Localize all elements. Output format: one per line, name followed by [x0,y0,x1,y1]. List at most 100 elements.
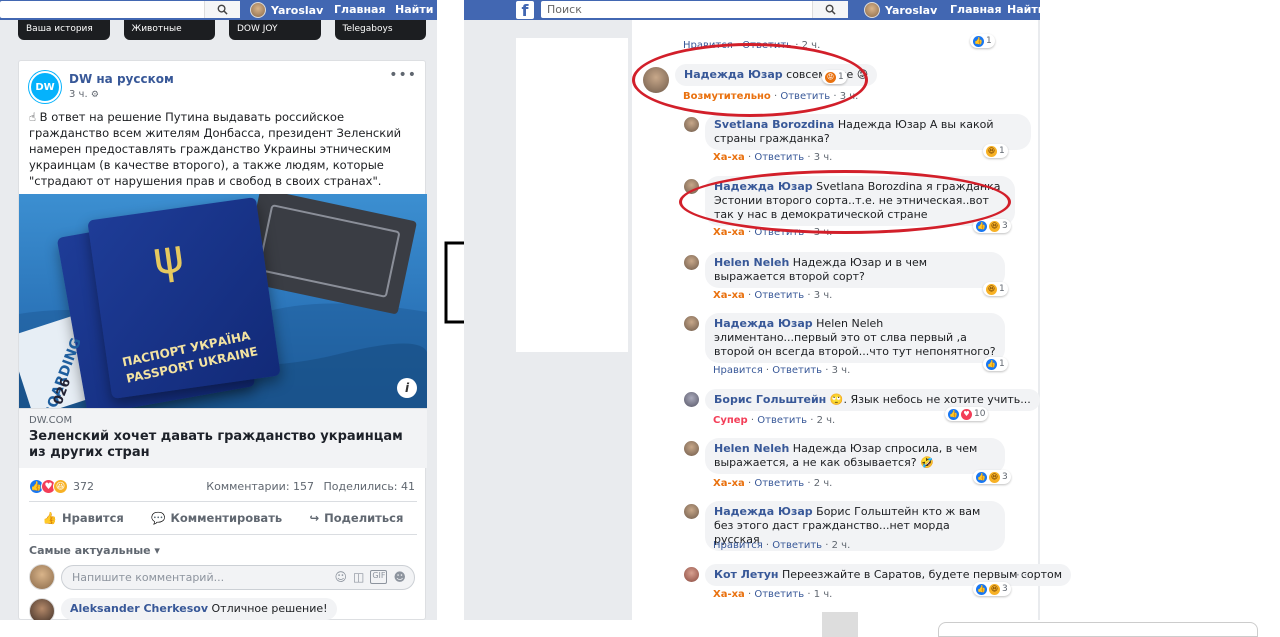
comment-item: Aleksander Cherkesov Отличное решение! [29,598,337,620]
comments-count[interactable]: Комментарии: 157 [206,480,314,493]
facebook-logo-icon[interactable]: f [516,1,534,19]
story-card[interactable]: Ваша история [18,20,110,40]
story-card[interactable]: Животные [123,20,215,40]
comment-filter[interactable]: Самые актуальные ▾ [29,544,160,557]
comment-item: Борис Гольштейн 🙄. Язык небось не хотите… [684,389,1040,411]
speech-bubble-icon: 💬 [151,511,166,525]
stories-row: Ваша история Животные DOW JOY Telegaboys [18,20,426,42]
avatar [684,117,699,132]
like-icon: 👍 [973,35,984,47]
left-column [516,38,628,352]
chat-tab[interactable] [938,622,1258,637]
comment-meta: Ха-ха · Ответить · 3 ч. [713,152,833,163]
like-icon: 👍 [976,220,987,232]
comment-meta: Нравится · Ответить · 2 ч. [713,540,851,551]
search-input[interactable]: Поиск [541,1,847,18]
avatar [684,255,699,270]
love-icon: ♥ [961,408,972,420]
nav-find-friends[interactable]: Найти [1007,3,1040,16]
profile-link[interactable]: Yaroslav [864,2,937,18]
comment-author[interactable]: Aleksander Cherkesov [70,602,208,615]
post-text: ☝ В ответ на решение Путина выдавать рос… [29,110,402,188]
reaction-badge[interactable]: 👍 😆 3 [973,582,1011,596]
info-icon[interactable]: i [397,378,417,398]
like-icon: 👍 [986,358,997,370]
shares-count[interactable]: Поделились: 41 [324,480,415,493]
haha-icon: 😆 [989,471,1000,483]
comment-bubble: Надежда Юзар Helen Neleh элиментано...пе… [705,313,1005,363]
image-fragment [822,612,858,637]
comment-item: Svetlana Borozdina Надежда Юзар А вы как… [684,114,1031,150]
post-stats: Комментарии: 157 Поделились: 41 [206,480,415,493]
reaction-summary[interactable]: 👍 ♥ 😆 372 [29,479,94,494]
link-preview[interactable]: DW.COM Зеленский хочет давать гражданств… [19,408,427,468]
avatar [250,2,266,18]
haha-icon: 😆 [986,145,997,157]
more-options-icon[interactable]: ··· [1016,568,1027,582]
story-card[interactable]: Telegaboys [334,20,426,40]
dw-logo[interactable]: DW [29,71,61,103]
post-image[interactable]: ψ ПАСПОРТ УКРАЇНА PASSPORT UKRAINE BOARD… [19,194,427,408]
reaction-badge[interactable]: 👍 ♥ 10 [945,407,989,421]
thumbs-up-icon: 👍 [42,511,57,525]
avatar [684,392,699,407]
reaction-badge[interactable]: 👍 1 [970,34,995,48]
post-card: DW DW на русском 3 ч. ⚙ ••• ☝ В ответ на… [18,60,427,620]
comment-bubble: Helen Neleh Надежда Юзар спросила, в чем… [705,438,1005,474]
like-icon: 👍 [976,583,987,595]
search-input[interactable] [0,1,232,18]
camera-icon[interactable]: ◫ [353,570,364,584]
share-button[interactable]: ↪ Поделиться [309,511,403,525]
share-arrow-icon: ↪ [309,511,320,525]
reaction-badge[interactable]: 👍 😆 3 [973,470,1011,484]
comment-meta: Ха-ха · Ответить · 2 ч. [713,478,833,489]
sticker-icon[interactable]: ☻ [393,570,406,584]
avatar [864,2,880,18]
profile-link[interactable]: Yaroslav [250,2,323,18]
like-icon: 👍 [948,408,959,420]
reaction-badge[interactable]: 😆 1 [983,144,1008,158]
gif-icon[interactable]: GIF [370,569,388,584]
left-screenshot: Yaroslav Главная Найти др Ваша история Ж… [0,0,437,620]
nav-home[interactable]: Главная [950,3,1002,16]
link-title: Зеленский хочет давать гражданство украи… [29,429,403,460]
story-card[interactable]: DOW JOY [229,20,321,40]
comment-item: Надежда Юзар Helen Neleh элиментано...пе… [684,313,1005,363]
avatar [29,598,55,620]
comment-meta: Ха-ха · Ответить · 1 ч. [713,589,833,600]
comment-meta: Ха-ха · Ответить · 3 ч. [713,290,833,301]
comment-meta: Нравится · Ответить · 3 ч. [713,365,851,376]
comment-bubble: Helen Neleh Надежда Юзар и в чем выражае… [705,252,1005,288]
haha-icon: 😆 [989,583,1000,595]
reaction-badge[interactable]: 👍 1 [983,357,1008,371]
comment-composer: Напишите комментарий... ☺ ◫ GIF ☻ [29,564,415,590]
reaction-badge[interactable]: 😆 1 [983,282,1008,296]
comment-bubble: Svetlana Borozdina Надежда Юзар А вы как… [705,114,1031,150]
avatar [684,316,699,331]
globe-icon: ⚙ [90,90,99,100]
like-icon: 👍 [976,471,987,483]
post-actions: 👍 Нравится 💬 Комментировать ↪ Поделиться [29,501,417,535]
reaction-badge[interactable]: 👍 😆 3 [973,219,1011,233]
post-time[interactable]: 3 ч. ⚙ [69,89,99,100]
comment-meta: Супер · Ответить · 2 ч. [713,415,836,426]
comment-input[interactable]: Напишите комментарий... ☺ ◫ GIF ☻ [61,564,415,590]
avatar [684,504,699,519]
emoji-icon[interactable]: ☺ [334,570,347,584]
like-button[interactable]: 👍 Нравится [43,511,124,525]
comment-item: Кот Летун Переезжайте в Саратов, будете … [684,564,1072,586]
comment-button[interactable]: 💬 Комментировать [151,511,282,525]
highlight-ellipse [632,43,868,117]
search-icon [825,4,836,15]
more-options-icon[interactable]: ••• [389,67,417,83]
search-button[interactable] [204,1,240,18]
top-bar: Yaroslav Главная Найти др [0,0,437,29]
page-name[interactable]: DW на русском [69,72,174,86]
search-button[interactable] [812,1,848,18]
haha-icon: 😆 [989,220,1000,232]
comment-item: Helen Neleh Надежда Юзар и в чем выражае… [684,252,1005,288]
nav-home[interactable]: Главная [334,3,386,16]
comment-item: Helen Neleh Надежда Юзар спросила, в чем… [684,438,1005,474]
haha-reaction-icon: 😆 [53,479,68,494]
comment-bubble: Борис Гольштейн 🙄. Язык небось не хотите… [705,389,1040,411]
